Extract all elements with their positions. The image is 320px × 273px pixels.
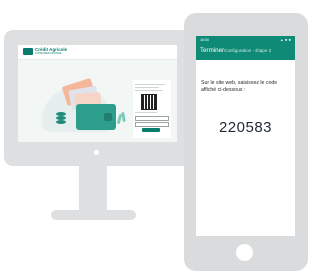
desktop-header: Crédit Agricole CONSUMER FINANCE (18, 45, 177, 60)
desktop-content (18, 60, 177, 142)
activation-panel (133, 80, 171, 138)
coin-illustration (56, 116, 66, 120)
monitor-stand (79, 166, 107, 210)
wallet-clasp (104, 113, 112, 121)
panel-heading-line (135, 87, 159, 88)
monitor-base (51, 210, 136, 220)
plant-illustration (121, 111, 126, 123)
status-time: 16:00 (200, 38, 209, 42)
panel-text-line (135, 90, 163, 91)
panel-heading-line (135, 84, 165, 85)
code-input[interactable] (135, 122, 169, 127)
step-title: Configuration - Étape 2 (224, 48, 272, 53)
activation-code: 220583 (218, 119, 273, 136)
wallet-illustration (76, 104, 116, 130)
desktop-monitor: Crédit Agricole CONSUMER FINANCE (4, 30, 191, 166)
close-button[interactable]: Terminer (200, 47, 224, 54)
coin-illustration (56, 120, 66, 124)
smartphone: 16:00 ▲ ■ ■ Terminer Configuration - Éta… (184, 13, 308, 271)
phone-screen: 16:00 ▲ ■ ■ Terminer Configuration - Éta… (196, 36, 295, 236)
bank-logo-subtitle: CONSUMER FINANCE (35, 51, 62, 55)
instruction-text: Sur le site web, saisissez le code affic… (201, 80, 278, 93)
qr-code-icon (141, 94, 157, 110)
code-input[interactable] (135, 116, 169, 121)
panel-text-line (135, 112, 157, 113)
monitor-power-light (94, 150, 99, 155)
app-bar: 16:00 ▲ ■ ■ Terminer Configuration - Éta… (196, 36, 295, 60)
status-icons: ▲ ■ ■ (280, 38, 291, 42)
validate-button[interactable] (142, 128, 160, 132)
home-button[interactable] (236, 244, 253, 261)
bank-logo-icon (23, 48, 33, 55)
coin-illustration (56, 112, 66, 116)
stage: Crédit Agricole CONSUMER FINANCE 16:00 ▲… (0, 0, 309, 273)
desktop-screen: Crédit Agricole CONSUMER FINANCE (18, 45, 177, 142)
bank-logo[interactable]: Crédit Agricole CONSUMER FINANCE (23, 47, 67, 55)
